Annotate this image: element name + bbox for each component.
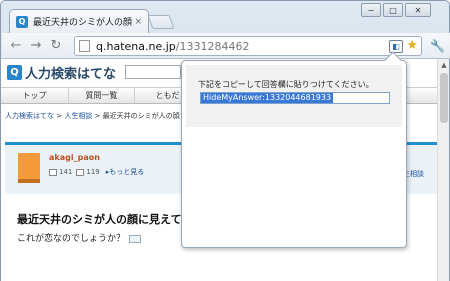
new-tab-button[interactable] <box>147 15 175 29</box>
answer-count: 119 <box>86 168 100 176</box>
scroll-up-arrow-icon[interactable]: ▲ <box>438 59 450 71</box>
question-body: これが恋なのでしょうか？ <box>17 231 142 244</box>
breadcrumb-current: 最近天井のシミが人の顔 <box>102 112 180 120</box>
breadcrumb-separator: > <box>92 112 103 120</box>
breadcrumb-home[interactable]: 人力検索はてな <box>5 112 54 120</box>
user-name[interactable]: akagi_paon <box>49 153 100 162</box>
user-stats: 141 119 ▸もっと見る <box>49 167 144 177</box>
site-search-input[interactable] <box>125 65 181 79</box>
url-host: q.hatena.ne.jp <box>96 39 176 53</box>
hatena-q-icon: Q <box>7 65 22 80</box>
tab-title: 最近天井のシミが人の顔 <box>33 18 133 28</box>
maximize-button[interactable]: □ <box>383 3 403 17</box>
reload-button[interactable]: ↻ <box>46 36 66 56</box>
extension-icon[interactable]: ◧ <box>389 40 403 53</box>
minimize-button[interactable]: − <box>361 3 381 17</box>
more-link[interactable]: ▸もっと見る <box>106 167 145 177</box>
tab-close-icon[interactable]: × <box>134 17 142 27</box>
question-count: 141 <box>59 168 73 176</box>
inline-image-icon[interactable] <box>129 234 142 243</box>
copy-code-field[interactable]: HideMyAnswer:1332044681933 <box>200 92 390 104</box>
wrench-icon[interactable]: 🔧 <box>430 39 445 53</box>
avatar[interactable] <box>18 153 40 183</box>
page-icon <box>79 40 90 52</box>
hatena-favicon-icon: Q <box>16 15 28 28</box>
nav-item-questions[interactable]: 質問一覧 <box>69 88 135 103</box>
forward-button[interactable]: → <box>26 36 46 56</box>
reload-icon: ↻ <box>50 38 62 53</box>
extension-popup: 下記をコピーして回答欄に貼りつけてください。 HideMyAnswer:1332… <box>181 51 407 248</box>
copy-code-value: HideMyAnswer:1332044681933 <box>201 93 334 103</box>
address-bar[interactable]: q.hatena.ne.jp /1331284462 ◧ ★ <box>74 36 422 56</box>
answer-count-icon <box>76 168 85 176</box>
browser-tab[interactable]: Q 最近天井のシミが人の顔 × <box>9 9 149 33</box>
vertical-scrollbar[interactable]: ▲ <box>437 59 449 281</box>
site-logo-text: 人力検索はてな <box>25 67 117 82</box>
url-path: /1331284462 <box>175 39 250 53</box>
question-title: 最近天井のシミが人の顔に見えて <box>17 213 182 226</box>
back-arrow-icon: ← <box>10 38 22 53</box>
back-button[interactable]: ← <box>6 36 26 56</box>
window-controls: − □ ✕ <box>359 3 431 17</box>
question-text: これが恋なのでしょうか？ <box>17 234 126 244</box>
breadcrumb: 人力検索はてな > 人生相談 > 最近天井のシミが人の顔 <box>5 111 180 121</box>
nav-item-top[interactable]: トップ <box>1 88 69 103</box>
scroll-thumb[interactable] <box>440 73 448 123</box>
forward-arrow-icon: → <box>30 38 42 53</box>
question-count-icon <box>49 168 57 176</box>
browser-toolbar: ← → ↻ q.hatena.ne.jp /1331284462 ◧ ★ 🔧 <box>2 33 450 59</box>
site-logo[interactable]: Q 人力検索はてな <box>7 63 116 82</box>
breadcrumb-separator: > <box>54 112 65 120</box>
star-icon[interactable]: ★ <box>406 38 418 53</box>
close-window-button[interactable]: ✕ <box>405 3 431 17</box>
popup-message: 下記をコピーして回答欄に貼りつけてください。 <box>198 80 374 89</box>
breadcrumb-category[interactable]: 人生相談 <box>64 112 92 120</box>
